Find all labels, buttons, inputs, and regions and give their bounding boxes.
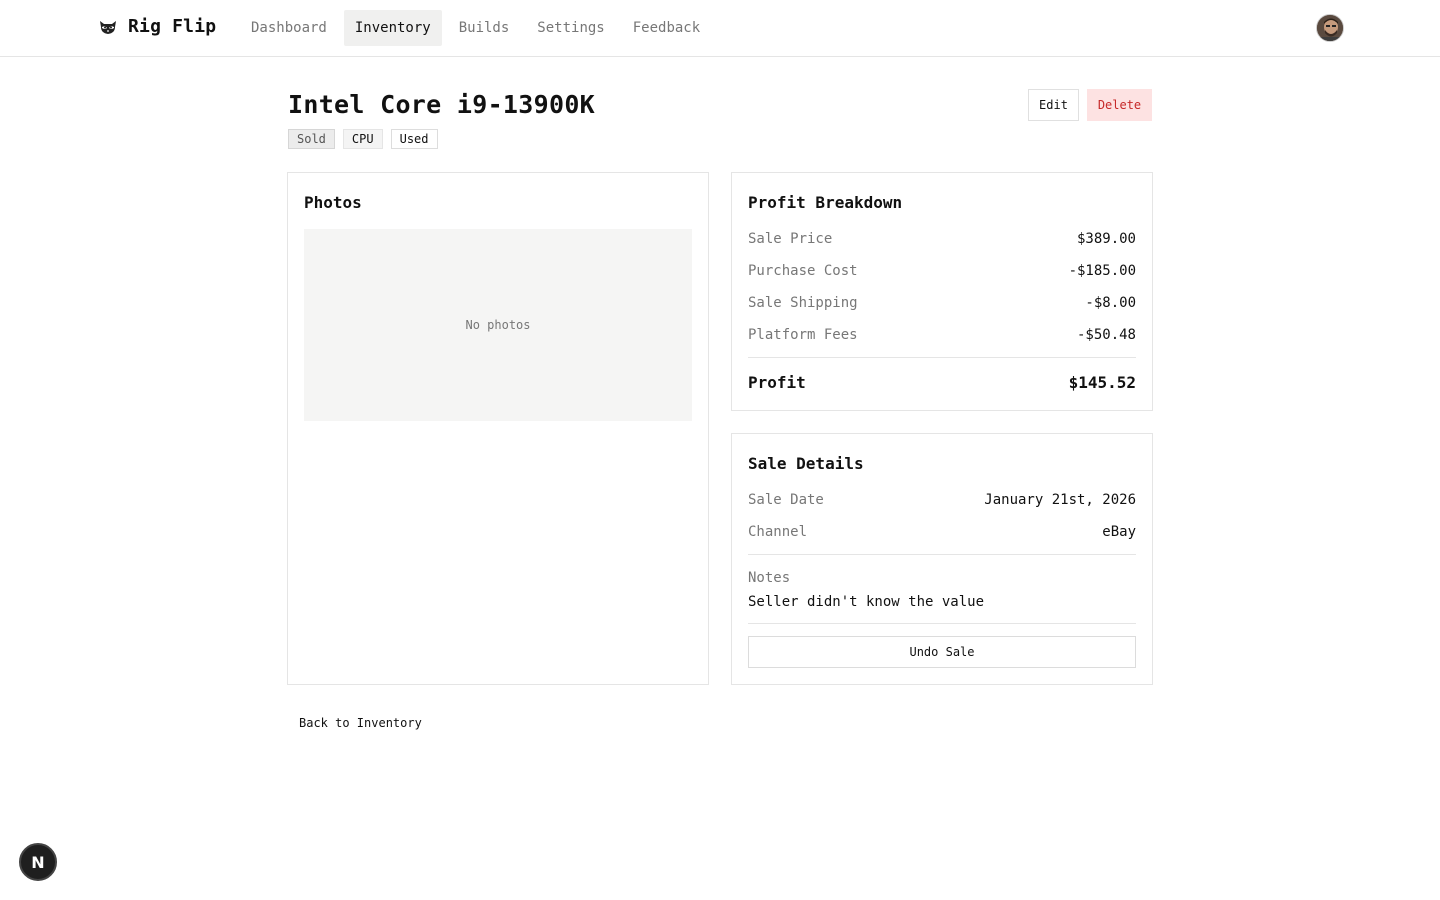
divider bbox=[748, 554, 1136, 555]
profit-row-value: -$185.00 bbox=[1068, 263, 1136, 279]
sale-row-label: Channel bbox=[748, 524, 808, 540]
brand[interactable]: Rig Flip bbox=[98, 16, 216, 37]
photos-title: Photos bbox=[304, 193, 362, 212]
notes-text: Seller didn't know the value bbox=[748, 594, 985, 610]
dev-tools-badge[interactable]: N bbox=[19, 843, 57, 881]
undo-sale-button[interactable]: Undo Sale bbox=[748, 636, 1136, 668]
status-badge: Sold bbox=[288, 129, 335, 149]
sale-row-value: January 21st, 2026 bbox=[984, 492, 1136, 508]
nav-feedback[interactable]: Feedback bbox=[622, 10, 711, 46]
profit-row-value: $389.00 bbox=[1076, 231, 1136, 247]
profit-title: Profit Breakdown bbox=[748, 193, 903, 212]
sale-row-value: eBay bbox=[1102, 524, 1136, 540]
profit-row-label: Sale Shipping bbox=[748, 295, 858, 311]
edit-button[interactable]: Edit bbox=[1028, 89, 1079, 121]
divider bbox=[748, 357, 1136, 358]
item-tags: Sold CPU Used bbox=[288, 129, 438, 149]
profit-breakdown-card: Profit Breakdown Sale Price $389.00 Purc… bbox=[731, 172, 1153, 411]
nav-dashboard[interactable]: Dashboard bbox=[240, 10, 338, 46]
back-to-inventory-link[interactable]: Back to Inventory bbox=[299, 716, 422, 730]
profit-row-label: Sale Price bbox=[748, 231, 833, 247]
sale-title: Sale Details bbox=[748, 454, 864, 473]
profit-row: Purchase Cost -$185.00 bbox=[748, 263, 1136, 279]
profit-row: Sale Shipping -$8.00 bbox=[748, 295, 1136, 311]
profit-row-value: -$8.00 bbox=[1085, 295, 1136, 311]
avatar-image bbox=[1317, 15, 1343, 41]
divider bbox=[748, 623, 1136, 624]
profit-row-value: -$50.48 bbox=[1076, 327, 1136, 343]
raccoon-icon bbox=[100, 20, 116, 34]
profit-total-row: Profit $145.52 bbox=[748, 373, 1136, 392]
profit-row-label: Purchase Cost bbox=[748, 263, 858, 279]
sale-row: Channel eBay bbox=[748, 524, 1136, 540]
profit-row: Sale Price $389.00 bbox=[748, 231, 1136, 247]
nav-settings[interactable]: Settings bbox=[526, 10, 615, 46]
page-title: Intel Core i9-13900K bbox=[288, 90, 596, 119]
top-navbar: Rig Flip Dashboard Inventory Builds Sett… bbox=[0, 0, 1440, 57]
photos-card: Photos No photos bbox=[287, 172, 709, 685]
nav-builds[interactable]: Builds bbox=[448, 10, 521, 46]
profit-row: Platform Fees -$50.48 bbox=[748, 327, 1136, 343]
nav-inventory[interactable]: Inventory bbox=[343, 10, 442, 46]
delete-button[interactable]: Delete bbox=[1087, 89, 1152, 121]
profit-total-value: $145.52 bbox=[1068, 373, 1136, 392]
notes-label: Notes bbox=[748, 570, 791, 586]
photos-empty-text: No photos bbox=[465, 318, 531, 332]
main-nav: Dashboard Inventory Builds Settings Feed… bbox=[240, 10, 717, 46]
app-name: Rig Flip bbox=[128, 16, 217, 37]
user-avatar[interactable] bbox=[1316, 14, 1344, 42]
sale-row: Sale Date January 21st, 2026 bbox=[748, 492, 1136, 508]
condition-badge: Used bbox=[390, 129, 438, 149]
profit-row-label: Platform Fees bbox=[748, 327, 858, 343]
sale-details-card: Sale Details Sale Date January 21st, 202… bbox=[731, 433, 1153, 685]
photos-empty-state: No photos bbox=[304, 229, 692, 421]
profit-total-label: Profit bbox=[748, 373, 806, 392]
category-badge: CPU bbox=[342, 129, 383, 149]
sale-row-label: Sale Date bbox=[748, 492, 824, 508]
